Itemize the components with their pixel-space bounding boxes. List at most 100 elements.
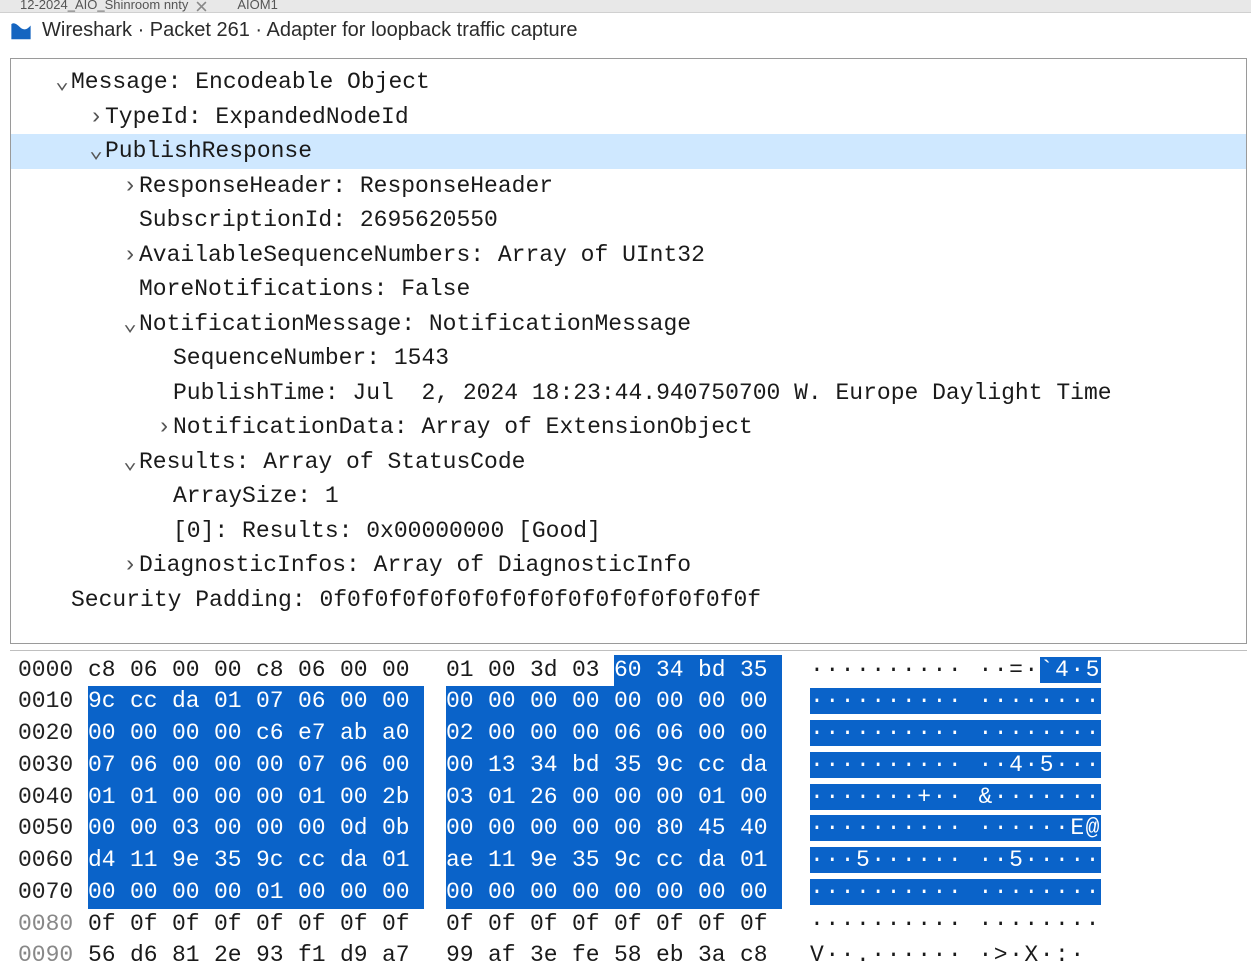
hex-ascii[interactable]: ·········· ··4·5··· [810,750,1101,782]
tree-row[interactable]: ⌄Message: Encodeable Object [11,65,1246,100]
hex-byte[interactable]: 56 [88,940,130,972]
hex-row[interactable]: 0000c8060000c8060000 01003d036034bd35···… [10,655,1247,687]
expand-closed-icon[interactable]: › [121,548,139,583]
tree-row[interactable]: MoreNotifications: False [11,272,1246,307]
hex-offset[interactable]: 0030 [18,750,88,782]
hex-offset[interactable]: 0010 [18,686,88,718]
tree-label[interactable]: TypeId: ExpandedNodeId [105,104,409,130]
packet-details-tree[interactable]: ⌄Message: Encodeable Object›TypeId: Expa… [10,58,1247,644]
hex-byte[interactable]: 0f [298,909,340,941]
expand-closed-icon[interactable]: › [87,100,105,135]
hex-byte[interactable]: 00 [656,877,698,909]
hex-ascii[interactable]: ·······+·· &······· [810,782,1101,814]
tree-label[interactable]: Security Padding: 0f0f0f0f0f0f0f0f0f0f0f… [71,587,761,613]
hex-byte[interactable]: cc [656,845,698,877]
tree-label[interactable]: SequenceNumber: 1543 [173,345,449,371]
tree-row[interactable]: ⌄PublishResponse [11,134,1246,169]
expand-closed-icon[interactable]: › [121,238,139,273]
hex-byte[interactable]: 00 [698,877,740,909]
hex-row[interactable]: 00700000000001000000 0000000000000000···… [10,877,1247,909]
hex-byte[interactable]: 00 [530,718,572,750]
hex-byte[interactable]: 0f [172,909,214,941]
hex-byte[interactable]: 00 [214,877,256,909]
tree-label[interactable]: NotificationMessage: NotificationMessage [139,311,691,337]
hex-byte[interactable]: 00 [530,813,572,845]
hex-byte[interactable]: 00 [172,782,214,814]
tree-row[interactable]: SubscriptionId: 2695620550 [11,203,1246,238]
hex-row[interactable]: 00109cccda0107060000 0000000000000000···… [10,686,1247,718]
hex-byte[interactable]: 00 [130,877,172,909]
hex-byte[interactable]: cc [130,686,172,718]
hex-byte[interactable]: 34 [530,750,572,782]
hex-byte[interactable]: 0f [740,909,782,941]
hex-byte[interactable]: 00 [572,718,614,750]
hex-byte[interactable]: 00 [488,877,530,909]
tree-label[interactable]: ResponseHeader: ResponseHeader [139,173,553,199]
hex-byte[interactable]: 00 [172,718,214,750]
tree-row[interactable]: PublishTime: Jul 2, 2024 18:23:44.940750… [11,376,1246,411]
hex-byte[interactable]: c6 [256,718,298,750]
hex-byte[interactable]: 0f [572,909,614,941]
hex-byte[interactable]: 03 [172,813,214,845]
hex-byte[interactable]: 0d [340,813,382,845]
hex-byte[interactable]: 34 [656,655,698,687]
hex-byte[interactable]: 00 [740,877,782,909]
tree-row[interactable]: ⌄NotificationMessage: NotificationMessag… [11,307,1246,342]
tree-label[interactable]: MoreNotifications: False [139,276,470,302]
hex-byte[interactable]: 00 [130,718,172,750]
tree-row[interactable]: ArraySize: 1 [11,479,1246,514]
hex-byte[interactable]: da [698,845,740,877]
hex-byte[interactable]: cc [698,750,740,782]
hex-byte[interactable]: 11 [488,845,530,877]
hex-row[interactable]: 002000000000c6e7aba0 0200000006060000···… [10,718,1247,750]
hex-byte[interactable]: da [740,750,782,782]
hex-byte[interactable]: a7 [382,940,424,972]
hex-ascii[interactable]: ·········· ········ [810,909,1101,941]
tree-label[interactable]: PublishResponse [105,138,318,164]
hex-byte[interactable]: 06 [298,655,340,687]
hex-byte[interactable]: 00 [572,877,614,909]
hex-byte[interactable]: c8 [740,940,782,972]
hex-byte[interactable]: 0b [382,813,424,845]
hex-byte[interactable]: 99 [446,940,488,972]
hex-byte[interactable]: 00 [340,655,382,687]
hex-byte[interactable]: 0f [382,909,424,941]
hex-ascii[interactable]: ·········· ······E@ [810,813,1101,845]
hex-byte[interactable]: 00 [614,877,656,909]
hex-byte[interactable]: bd [698,655,740,687]
expand-open-icon[interactable]: ⌄ [121,445,139,480]
hex-byte[interactable]: 00 [172,655,214,687]
hex-ascii[interactable]: ·········· ········ [810,877,1101,909]
hex-byte[interactable]: 60 [614,655,656,687]
hex-offset[interactable]: 0000 [18,655,88,687]
hex-byte[interactable]: 00 [656,686,698,718]
hex-offset[interactable]: 0060 [18,845,88,877]
hex-byte[interactable]: c8 [256,655,298,687]
expand-open-icon[interactable]: ⌄ [53,65,71,100]
hex-byte[interactable]: 00 [446,750,488,782]
hex-offset[interactable]: 0040 [18,782,88,814]
hex-byte[interactable]: 00 [214,750,256,782]
tree-label[interactable]: PublishTime: Jul 2, 2024 18:23:44.940750… [173,380,1112,406]
expand-closed-icon[interactable]: › [155,410,173,445]
hex-byte[interactable]: 0f [446,909,488,941]
hex-byte[interactable]: 35 [572,845,614,877]
tree-row[interactable]: ⌄Results: Array of StatusCode [11,445,1246,480]
hex-row[interactable]: 0060d4119e359cccda01 ae119e359cccda01···… [10,845,1247,877]
hex-byte[interactable]: 00 [88,718,130,750]
hex-byte[interactable]: 00 [256,813,298,845]
hex-byte[interactable]: 01 [740,845,782,877]
hex-row[interactable]: 00500000030000000d0b 0000000000804540···… [10,813,1247,845]
hex-byte[interactable]: eb [656,940,698,972]
hex-byte[interactable]: 93 [256,940,298,972]
packet-bytes-hex[interactable]: 0000c8060000c8060000 01003d036034bd35···… [10,650,1247,976]
hex-byte[interactable]: 9e [530,845,572,877]
hex-byte[interactable]: 00 [382,750,424,782]
hex-byte[interactable]: 26 [530,782,572,814]
tree-label[interactable]: DiagnosticInfos: Array of DiagnosticInfo [139,552,691,578]
hex-byte[interactable]: 00 [572,813,614,845]
hex-byte[interactable]: 00 [530,686,572,718]
hex-byte[interactable]: 3e [530,940,572,972]
hex-ascii[interactable]: V··.······ ·>·X·:· [810,940,1086,972]
hex-byte[interactable]: 07 [88,750,130,782]
